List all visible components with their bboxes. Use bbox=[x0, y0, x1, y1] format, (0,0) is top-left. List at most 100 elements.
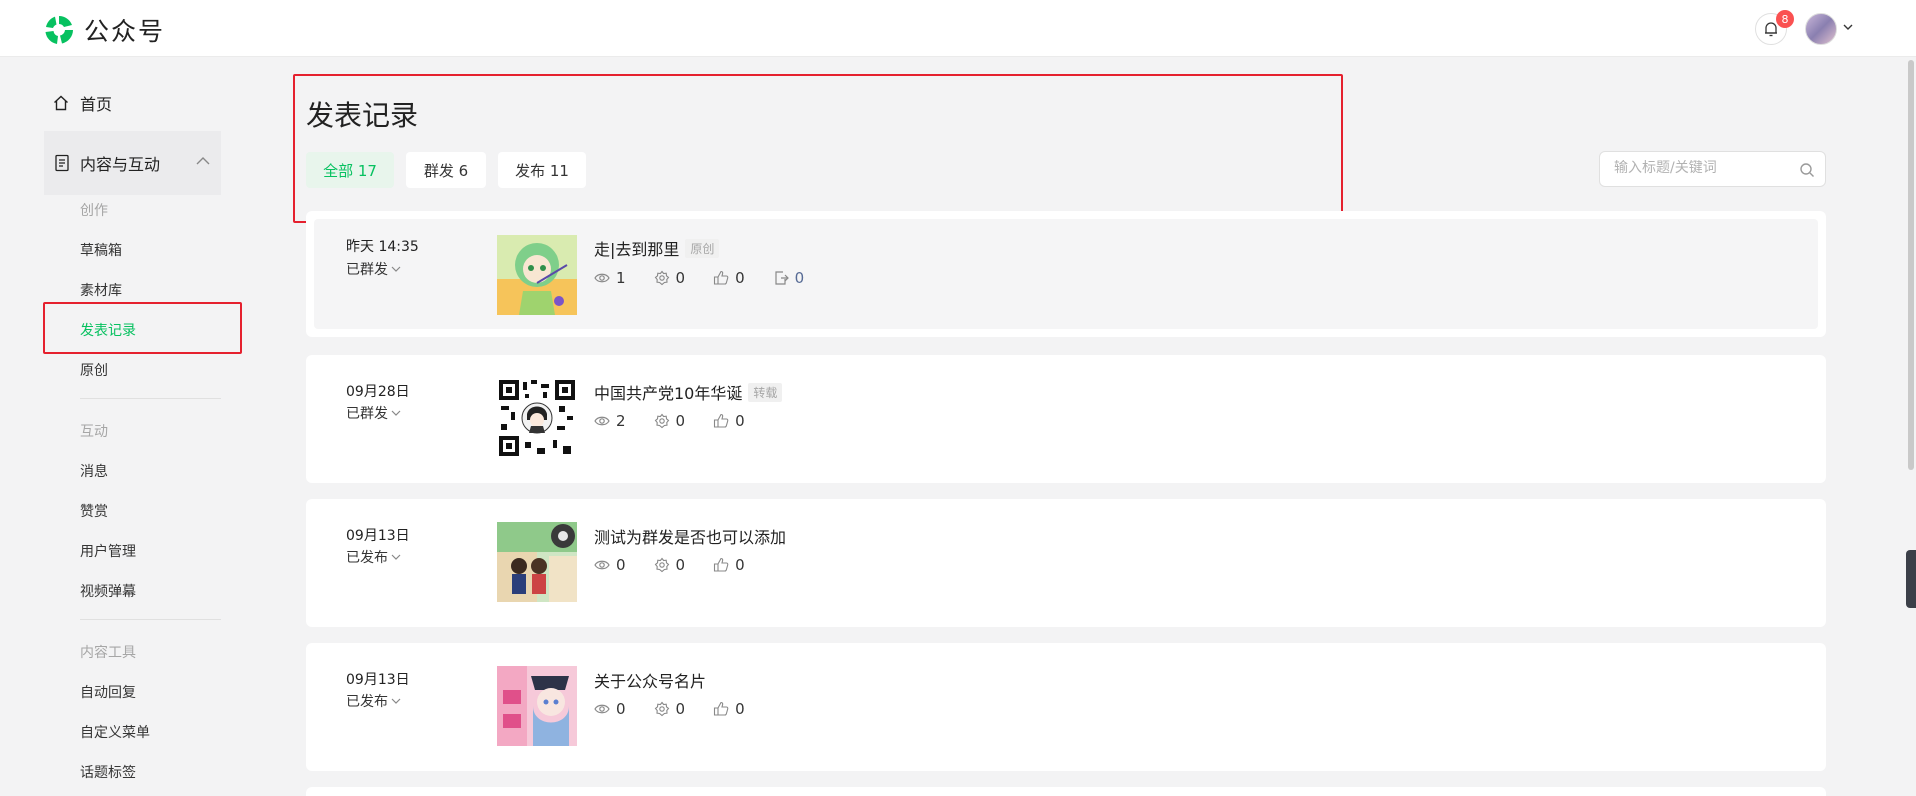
sidebar-item-topic-tags[interactable]: 话题标签 bbox=[80, 762, 136, 782]
page-title: 发表记录 bbox=[306, 99, 419, 132]
stat-likes: 0 bbox=[713, 700, 745, 718]
stat-views: 2 bbox=[594, 412, 626, 430]
document-icon bbox=[55, 154, 69, 172]
record-status-label: 已群发 bbox=[346, 262, 388, 278]
record-date: 09月13日 bbox=[346, 672, 410, 688]
record-thumbnail[interactable] bbox=[497, 378, 577, 458]
stat-shares-value: 0 bbox=[794, 269, 805, 287]
stat-recommends-value: 0 bbox=[675, 412, 686, 430]
sidebar-item-materials[interactable]: 素材库 bbox=[80, 280, 122, 300]
record-title-text: 关于公众号名片 bbox=[594, 672, 707, 691]
stat-likes-value: 0 bbox=[735, 556, 745, 574]
sidebar-section-tools: 内容工具 bbox=[80, 645, 136, 661]
stat-shares[interactable]: 0 bbox=[773, 269, 805, 287]
record-title[interactable]: 测试为群发是否也可以添加 bbox=[594, 524, 786, 548]
thumbs-up-icon bbox=[714, 270, 729, 285]
record-date: 09月13日 bbox=[346, 528, 410, 544]
stat-recommends-value: 0 bbox=[675, 269, 686, 287]
recommend-icon bbox=[654, 270, 669, 286]
sidebar-section-interact: 互动 bbox=[80, 424, 108, 440]
wechat-mp-logo-icon bbox=[45, 16, 73, 44]
record-title-text: 测试为群发是否也可以添加 bbox=[594, 528, 787, 547]
sidebar-section-create: 创作 bbox=[80, 203, 108, 219]
stat-recommends-value: 0 bbox=[675, 556, 686, 574]
record-title[interactable]: 关于公众号名片 bbox=[594, 668, 706, 692]
record-stats: 2 0 0 bbox=[594, 412, 773, 430]
stat-views-value: 0 bbox=[616, 700, 626, 718]
tab-all[interactable]: 全部 17 bbox=[306, 152, 394, 188]
record-status-label: 已发布 bbox=[346, 694, 388, 710]
sidebar-item-users[interactable]: 用户管理 bbox=[80, 541, 136, 561]
side-floating-widget[interactable] bbox=[1906, 550, 1916, 608]
stat-views: 1 bbox=[594, 269, 626, 287]
top-bar: 公众号 8 bbox=[0, 0, 1916, 57]
sidebar-group-label: 内容与互动 bbox=[80, 155, 161, 174]
sidebar: 首页 内容与互动 创作 草稿箱 素材库 发表记录 原创 互动 消息 赞赏 用户管… bbox=[0, 57, 240, 796]
stat-recommends-value: 0 bbox=[675, 700, 686, 718]
thumbs-up-icon bbox=[714, 413, 729, 428]
sidebar-item-original[interactable]: 原创 bbox=[80, 360, 108, 380]
record-card[interactable]: 09月13日 已发布 关于公众号名片 0 0 0 bbox=[306, 643, 1826, 771]
record-stats: 0 0 0 bbox=[594, 700, 773, 718]
sidebar-item-home[interactable]: 首页 bbox=[52, 91, 112, 115]
sidebar-divider bbox=[80, 398, 221, 399]
record-status[interactable]: 已群发 bbox=[346, 259, 402, 279]
eye-icon bbox=[594, 560, 610, 570]
chevron-down-icon bbox=[391, 554, 401, 560]
app-logo[interactable]: 公众号 bbox=[42, 12, 165, 48]
thumbs-up-icon bbox=[714, 557, 729, 572]
stat-recommends: 0 bbox=[654, 700, 686, 718]
stat-views: 0 bbox=[594, 700, 626, 718]
stat-recommends: 0 bbox=[654, 269, 686, 287]
sidebar-group-content[interactable]: 内容与互动 bbox=[44, 131, 221, 195]
record-status[interactable]: 已发布 bbox=[346, 547, 402, 567]
record-status[interactable]: 已发布 bbox=[346, 691, 402, 711]
tab-mass-send[interactable]: 群发 6 bbox=[406, 152, 486, 188]
chevron-down-icon[interactable] bbox=[1842, 22, 1854, 32]
sidebar-item-rewards[interactable]: 赞赏 bbox=[80, 501, 108, 521]
search-box[interactable] bbox=[1599, 151, 1826, 187]
record-thumbnail[interactable] bbox=[497, 666, 577, 746]
record-card[interactable]: 昨天 14:35 已群发 走|去到那里 原创 1 0 0 0 bbox=[306, 211, 1826, 337]
record-card[interactable]: 09月28日 已群发 中国共产党10年华诞 转载 2 0 0 bbox=[306, 355, 1826, 483]
record-title[interactable]: 走|去到那里 原创 bbox=[594, 236, 720, 260]
chevron-up-icon[interactable] bbox=[195, 155, 211, 167]
record-card[interactable]: 09月13日 已发布 测试为群发是否也可以添加 0 0 0 bbox=[306, 499, 1826, 627]
scrollbar-thumb[interactable] bbox=[1908, 60, 1914, 470]
record-title-text: 走|去到那里 bbox=[594, 240, 680, 259]
sidebar-item-messages[interactable]: 消息 bbox=[80, 461, 108, 481]
record-tag: 原创 bbox=[685, 238, 720, 258]
chevron-down-icon bbox=[391, 266, 401, 272]
stat-likes: 0 bbox=[713, 556, 745, 574]
sidebar-item-label: 首页 bbox=[80, 95, 113, 114]
thumbnail-image bbox=[497, 666, 577, 746]
thumbnail-image bbox=[497, 235, 577, 315]
app-name: 公众号 bbox=[84, 17, 166, 46]
thumbnail-image bbox=[497, 522, 577, 602]
share-icon bbox=[775, 271, 789, 285]
record-thumbnail[interactable] bbox=[497, 522, 577, 602]
user-avatar[interactable] bbox=[1805, 13, 1837, 45]
sidebar-item-custom-menu[interactable]: 自定义菜单 bbox=[80, 722, 150, 742]
record-title[interactable]: 中国共产党10年华诞 转载 bbox=[594, 380, 783, 404]
stat-likes-value: 0 bbox=[735, 269, 745, 287]
record-card[interactable] bbox=[306, 787, 1826, 796]
sidebar-item-drafts[interactable]: 草稿箱 bbox=[80, 240, 122, 260]
thumbs-up-icon bbox=[714, 701, 729, 716]
tab-publish[interactable]: 发布 11 bbox=[498, 152, 586, 188]
search-icon[interactable] bbox=[1799, 162, 1815, 178]
chevron-down-icon bbox=[391, 410, 401, 416]
record-tag: 转载 bbox=[748, 382, 783, 402]
sidebar-item-video-danmaku[interactable]: 视频弹幕 bbox=[80, 581, 136, 601]
record-thumbnail[interactable] bbox=[497, 235, 577, 315]
search-input[interactable] bbox=[1614, 160, 1794, 176]
eye-icon bbox=[594, 704, 610, 714]
sidebar-item-publish-records[interactable]: 发表记录 bbox=[80, 320, 136, 340]
highlight-box-header bbox=[293, 74, 1343, 223]
stat-likes-value: 0 bbox=[735, 700, 745, 718]
stat-views-value: 1 bbox=[616, 269, 626, 287]
sidebar-item-auto-reply[interactable]: 自动回复 bbox=[80, 682, 136, 702]
record-title-text: 中国共产党10年华诞 bbox=[594, 384, 743, 403]
stat-views: 0 bbox=[594, 556, 626, 574]
record-status[interactable]: 已群发 bbox=[346, 403, 402, 423]
